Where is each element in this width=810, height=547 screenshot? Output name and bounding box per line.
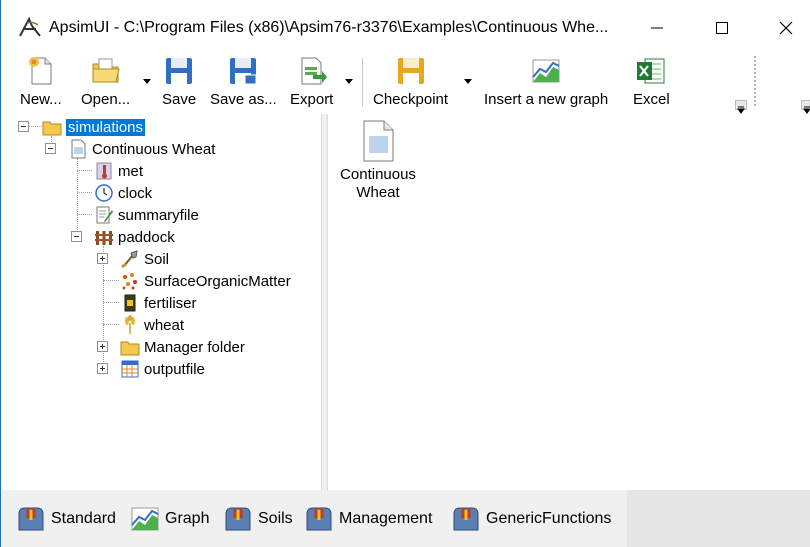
- excel-icon: [637, 58, 665, 84]
- graph-icon: [532, 59, 560, 83]
- shovel-icon: [121, 250, 138, 269]
- tree-node-met[interactable]: met: [94, 161, 143, 181]
- toolbox-icon: [306, 507, 332, 531]
- toolbox-icon: [18, 507, 44, 531]
- open-dropdown-arrow-icon[interactable]: [143, 79, 151, 85]
- folder-icon: [120, 341, 140, 356]
- insert-graph-button[interactable]: Insert a new graph: [484, 52, 608, 114]
- tab-generic-functions[interactable]: GenericFunctions: [451, 503, 611, 535]
- window-title: ApsimUI - C:\Program Files (x86)\Apsim76…: [49, 19, 609, 36]
- tree-node-summaryfile[interactable]: summaryfile: [94, 205, 199, 225]
- root-collapse-toggle[interactable]: [18, 121, 29, 132]
- paddock-collapse-toggle[interactable]: [71, 231, 82, 242]
- toolbar-separator: [362, 58, 363, 106]
- folder-icon: [42, 121, 62, 136]
- toolbar-overflow-button-2[interactable]: [801, 100, 810, 114]
- manager-folder-expand-toggle[interactable]: [97, 341, 108, 352]
- save-disk-icon: [166, 58, 193, 84]
- simulation-document-icon: [363, 120, 394, 162]
- thermometer-icon: [96, 162, 112, 180]
- simulation-document-icon: [71, 139, 86, 159]
- graph-icon: [131, 507, 159, 531]
- outputfile-expand-toggle[interactable]: [97, 363, 108, 374]
- tree-node-surface-organic-matter[interactable]: SurfaceOrganicMatter: [120, 271, 291, 291]
- pane-splitter[interactable]: [321, 114, 328, 490]
- close-button[interactable]: [763, 12, 809, 44]
- save-as-disk-icon: [230, 58, 257, 85]
- toolbox-bar: Standard Graph Soils Management GenericF…: [2, 490, 810, 547]
- minimize-icon: [651, 27, 663, 29]
- tree-connector: [103, 302, 119, 303]
- tree-connector: [103, 280, 119, 281]
- toolbar-overflow-button[interactable]: [735, 100, 747, 114]
- tree-connector: [103, 324, 119, 325]
- continuous-wheat-item[interactable]: Continuous Wheat: [338, 120, 418, 202]
- simulation-tree[interactable]: simulations Continuous Wheat met clock s…: [2, 114, 321, 490]
- tab-standard[interactable]: Standard: [16, 503, 116, 535]
- tree-connector: [77, 170, 92, 171]
- toolbar-grip[interactable]: [754, 56, 756, 106]
- title-bar[interactable]: ApsimUI - C:\Program Files (x86)\Apsim76…: [1, 0, 810, 52]
- tree-node-simulations[interactable]: simulations: [42, 117, 146, 137]
- maximize-button[interactable]: [699, 12, 745, 44]
- minimize-button[interactable]: [634, 12, 680, 44]
- tab-soils[interactable]: Soils: [223, 503, 293, 535]
- overflow-chevron-icon: [803, 106, 810, 114]
- open-button[interactable]: Open...: [81, 52, 130, 114]
- export-dropdown-arrow-icon[interactable]: [345, 79, 353, 85]
- clock-icon: [95, 184, 113, 202]
- tree-node-manager-folder[interactable]: Manager folder: [120, 337, 245, 357]
- main-toolbar: New... Open... Save Save as... Export Ch…: [2, 52, 810, 114]
- output-table-icon: [121, 360, 139, 378]
- wheat-icon: [125, 315, 135, 334]
- tree-connector: [77, 214, 92, 215]
- export-icon: [301, 57, 327, 85]
- tree-node-outputfile[interactable]: outputfile: [120, 359, 205, 379]
- excel-button[interactable]: Excel: [633, 52, 670, 114]
- checkpoint-disk-icon: [397, 58, 424, 84]
- apsim-logo-icon: [19, 17, 41, 37]
- soil-expand-toggle[interactable]: [97, 253, 108, 264]
- toolbox-tabstrip: Standard Graph Soils Management GenericF…: [2, 490, 627, 547]
- checkpoint-button[interactable]: Checkpoint: [373, 52, 448, 114]
- paddock-fence-icon: [95, 231, 113, 245]
- tree-node-clock[interactable]: clock: [94, 183, 152, 203]
- fertiliser-bag-icon: [124, 294, 136, 312]
- tab-management[interactable]: Management: [304, 503, 432, 535]
- maximize-icon: [716, 22, 728, 34]
- overflow-chevron-icon: [737, 106, 745, 114]
- apsim-window: ApsimUI - C:\Program Files (x86)\Apsim76…: [0, 0, 810, 547]
- new-file-icon: [28, 57, 52, 85]
- simulation-collapse-toggle[interactable]: [45, 143, 56, 154]
- tab-graph[interactable]: Graph: [130, 503, 209, 535]
- close-icon: [779, 21, 793, 35]
- save-button[interactable]: Save: [162, 52, 196, 114]
- tree-node-paddock[interactable]: paddock: [94, 227, 175, 247]
- open-folder-icon: [92, 58, 120, 83]
- tree-node-fertiliser[interactable]: fertiliser: [120, 293, 197, 313]
- summary-file-icon: [96, 206, 113, 224]
- toolbox-icon: [225, 507, 251, 531]
- tree-node-continuous-wheat[interactable]: Continuous Wheat: [68, 139, 215, 159]
- tree-node-wheat[interactable]: wheat: [120, 315, 184, 335]
- organic-matter-icon: [122, 273, 137, 290]
- tree-node-soil[interactable]: Soil: [120, 249, 169, 269]
- content-view: Continuous Wheat: [328, 114, 810, 490]
- checkpoint-dropdown-arrow-icon[interactable]: [464, 79, 472, 85]
- toolbox-icon: [453, 507, 479, 531]
- new-button[interactable]: New...: [20, 52, 62, 114]
- save-as-button[interactable]: Save as...: [210, 52, 277, 114]
- content-item-label: Continuous Wheat: [340, 166, 416, 201]
- tree-connector: [77, 192, 92, 193]
- export-button[interactable]: Export: [290, 52, 333, 114]
